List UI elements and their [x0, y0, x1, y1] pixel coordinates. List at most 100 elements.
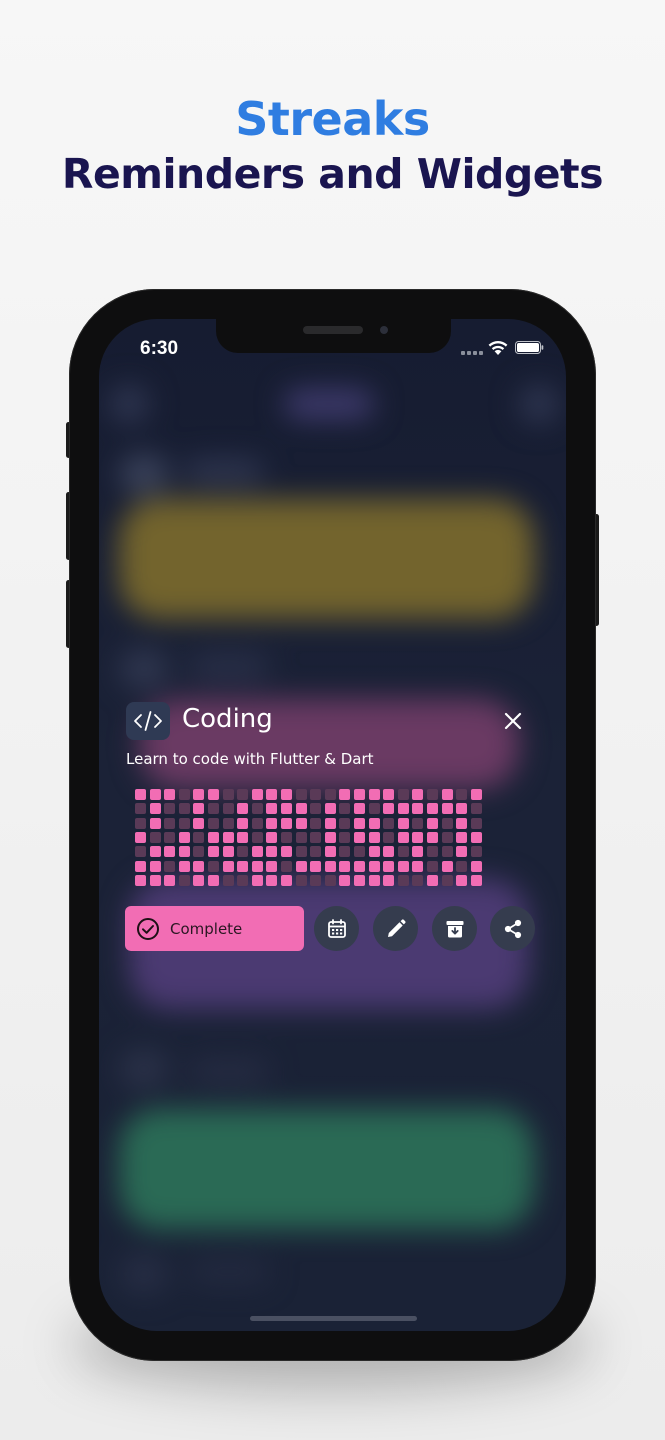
grid-cell — [368, 860, 380, 872]
grid-cell — [149, 817, 161, 829]
grid-cell — [324, 860, 336, 872]
grid-cell — [135, 846, 146, 858]
grid-cell — [412, 803, 424, 815]
grid-cell — [237, 789, 249, 800]
complete-label: Complete — [170, 919, 243, 938]
grid-cell — [164, 831, 176, 843]
grid-cell — [354, 789, 365, 800]
grid-cell — [412, 874, 424, 886]
home-indicator[interactable] — [250, 1316, 417, 1321]
grid-cell — [178, 817, 190, 829]
grid-cell — [324, 846, 336, 858]
grid-cell — [339, 817, 351, 829]
grid-cell — [354, 817, 365, 829]
grid-cell — [135, 803, 146, 815]
grid-cell — [251, 831, 263, 843]
habit-title: Coding — [182, 704, 273, 734]
grid-cell — [251, 803, 263, 815]
grid-cell — [178, 846, 190, 858]
grid-cell — [470, 803, 482, 815]
grid-cell — [412, 831, 424, 843]
grid-cell — [295, 803, 307, 815]
grid-cell — [310, 817, 322, 829]
grid-cell — [208, 817, 219, 829]
signal-dot — [461, 351, 465, 355]
grid-cell — [135, 860, 146, 872]
grid-cell — [208, 803, 219, 815]
grid-cell — [456, 874, 468, 886]
grid-cell — [295, 789, 307, 800]
grid-cell — [368, 846, 380, 858]
grid-cell — [324, 874, 336, 886]
grid-cell — [251, 846, 263, 858]
grid-cell — [251, 789, 263, 800]
grid-cell — [324, 803, 336, 815]
grid-cell — [383, 803, 395, 815]
grid-cell — [441, 789, 453, 800]
grid-cell — [295, 817, 307, 829]
grid-cell — [383, 860, 395, 872]
grid-cell — [149, 860, 161, 872]
grid-cell — [354, 803, 365, 815]
front-camera — [380, 326, 388, 334]
grid-cell — [149, 803, 161, 815]
grid-cell — [208, 846, 219, 858]
grid-cell — [383, 789, 395, 800]
grid-cell — [339, 874, 351, 886]
grid-cell — [470, 789, 482, 800]
grid-cell — [295, 874, 307, 886]
grid-cell — [222, 846, 234, 858]
grid-cell — [397, 860, 409, 872]
grid-cell — [266, 831, 278, 843]
calendar-button[interactable] — [314, 906, 359, 951]
habit-description: Learn to code with Flutter & Dart — [126, 750, 374, 768]
grid-cell — [295, 860, 307, 872]
grid-cell — [397, 874, 409, 886]
archive-icon — [446, 920, 463, 937]
grid-cell — [383, 874, 395, 886]
grid-cell — [339, 803, 351, 815]
grid-cell — [149, 789, 161, 800]
grid-cell — [324, 817, 336, 829]
grid-cell — [397, 846, 409, 858]
grid-cell — [164, 803, 176, 815]
grid-cell — [310, 860, 322, 872]
edit-button[interactable] — [373, 906, 418, 951]
grid-cell — [339, 789, 351, 800]
grid-cell — [281, 846, 292, 858]
grid-cell — [266, 860, 278, 872]
grid-cell — [427, 874, 438, 886]
share-button[interactable] — [490, 906, 535, 951]
grid-cell — [193, 874, 205, 886]
grid-cell — [412, 789, 424, 800]
grid-cell — [237, 874, 249, 886]
grid-cell — [208, 831, 219, 843]
grid-cell — [441, 846, 453, 858]
archive-button[interactable] — [432, 906, 477, 951]
grid-cell — [281, 803, 292, 815]
grid-cell — [441, 817, 453, 829]
close-icon[interactable] — [502, 710, 524, 732]
grid-cell — [310, 874, 322, 886]
grid-cell — [368, 831, 380, 843]
grid-cell — [281, 860, 292, 872]
grid-cell — [164, 860, 176, 872]
share-icon — [504, 919, 521, 938]
grid-cell — [222, 860, 234, 872]
grid-cell — [397, 803, 409, 815]
grid-cell — [427, 789, 438, 800]
grid-cell — [237, 831, 249, 843]
grid-cell — [266, 846, 278, 858]
grid-cell — [456, 846, 468, 858]
grid-cell — [397, 789, 409, 800]
grid-cell — [368, 803, 380, 815]
grid-cell — [149, 831, 161, 843]
grid-cell — [412, 846, 424, 858]
grid-cell — [281, 789, 292, 800]
complete-button[interactable]: Complete — [125, 906, 304, 951]
grid-cell — [237, 817, 249, 829]
grid-cell — [339, 860, 351, 872]
grid-cell — [427, 860, 438, 872]
grid-cell — [193, 860, 205, 872]
grid-cell — [324, 789, 336, 800]
